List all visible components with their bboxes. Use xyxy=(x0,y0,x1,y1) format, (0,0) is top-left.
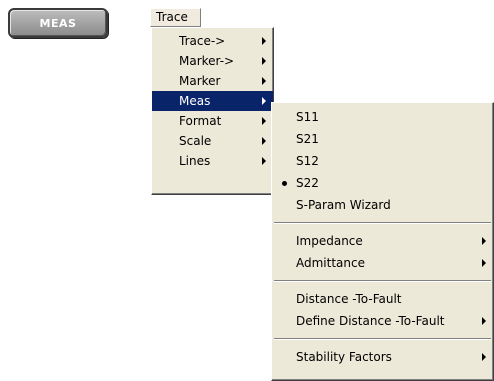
submenu-arrow-icon xyxy=(262,117,266,125)
menu-item-label: Marker-> xyxy=(179,54,235,68)
menu-item-label: Admittance xyxy=(296,256,365,270)
submenu-arrow-icon xyxy=(262,97,266,105)
submenu-arrow-icon xyxy=(482,353,486,361)
menu-item-label: Define Distance -To-Fault xyxy=(296,314,445,328)
menu-item-label: S21 xyxy=(296,132,319,146)
submenu-arrow-icon xyxy=(262,37,266,45)
submenu-arrow-icon xyxy=(262,137,266,145)
menu-item-label: Impedance xyxy=(296,234,363,248)
trace-menu: Trace-> Marker-> Marker Meas Format Scal… xyxy=(151,27,274,195)
radio-bullet-icon xyxy=(282,181,287,186)
menu-item-s12[interactable]: S12 xyxy=(272,150,493,172)
menu-item-scale[interactable]: Scale xyxy=(152,131,273,151)
menu-item-label: Meas xyxy=(179,94,211,108)
menu-item-label: Lines xyxy=(179,154,211,168)
menu-item-trace-submenu[interactable]: Trace-> xyxy=(152,31,273,51)
menu-item-label: Distance -To-Fault xyxy=(296,292,402,306)
menu-item-meas[interactable]: Meas xyxy=(152,91,273,111)
submenu-arrow-icon xyxy=(482,237,486,245)
meas-submenu: S11 S21 S12 S22 S-Param Wizard Impedance… xyxy=(271,102,494,381)
menu-separator xyxy=(274,338,491,340)
menu-item-stability-factors[interactable]: Stability Factors xyxy=(272,346,493,368)
menu-item-label: S-Param Wizard xyxy=(296,198,391,212)
menu-item-admittance[interactable]: Admittance xyxy=(272,252,493,274)
submenu-arrow-icon xyxy=(262,77,266,85)
menu-item-s11[interactable]: S11 xyxy=(272,106,493,128)
meas-button[interactable]: MEAS xyxy=(8,8,108,38)
submenu-arrow-icon xyxy=(262,57,266,65)
menu-item-label: S22 xyxy=(296,176,319,190)
menu-item-distance-to-fault[interactable]: Distance -To-Fault xyxy=(272,288,493,310)
menu-item-s22[interactable]: S22 xyxy=(272,172,493,194)
menu-item-label: S12 xyxy=(296,154,319,168)
menu-item-impedance[interactable]: Impedance xyxy=(272,230,493,252)
menu-separator xyxy=(274,222,491,224)
submenu-arrow-icon xyxy=(482,259,486,267)
menu-item-label: Stability Factors xyxy=(296,350,392,364)
menu-item-label: Trace-> xyxy=(179,34,226,48)
menu-item-format[interactable]: Format xyxy=(152,111,273,131)
menu-item-define-distance-to-fault[interactable]: Define Distance -To-Fault xyxy=(272,310,493,332)
menu-item-marker-submenu[interactable]: Marker-> xyxy=(152,51,273,71)
menubar-trace[interactable]: Trace xyxy=(150,8,201,27)
menu-separator xyxy=(274,280,491,282)
menu-item-label: Scale xyxy=(179,134,212,148)
menu-item-s-param-wizard[interactable]: S-Param Wizard xyxy=(272,194,493,216)
menu-item-lines[interactable]: Lines xyxy=(152,151,273,171)
menu-item-label: Marker xyxy=(179,74,221,88)
menu-item-label: Format xyxy=(179,114,222,128)
meas-button-label: MEAS xyxy=(39,16,77,30)
menu-item-s21[interactable]: S21 xyxy=(272,128,493,150)
menu-item-marker[interactable]: Marker xyxy=(152,71,273,91)
submenu-arrow-icon xyxy=(482,317,486,325)
menu-item-label: S11 xyxy=(296,110,319,124)
submenu-arrow-icon xyxy=(262,157,266,165)
menubar-trace-label: Trace xyxy=(156,10,188,24)
